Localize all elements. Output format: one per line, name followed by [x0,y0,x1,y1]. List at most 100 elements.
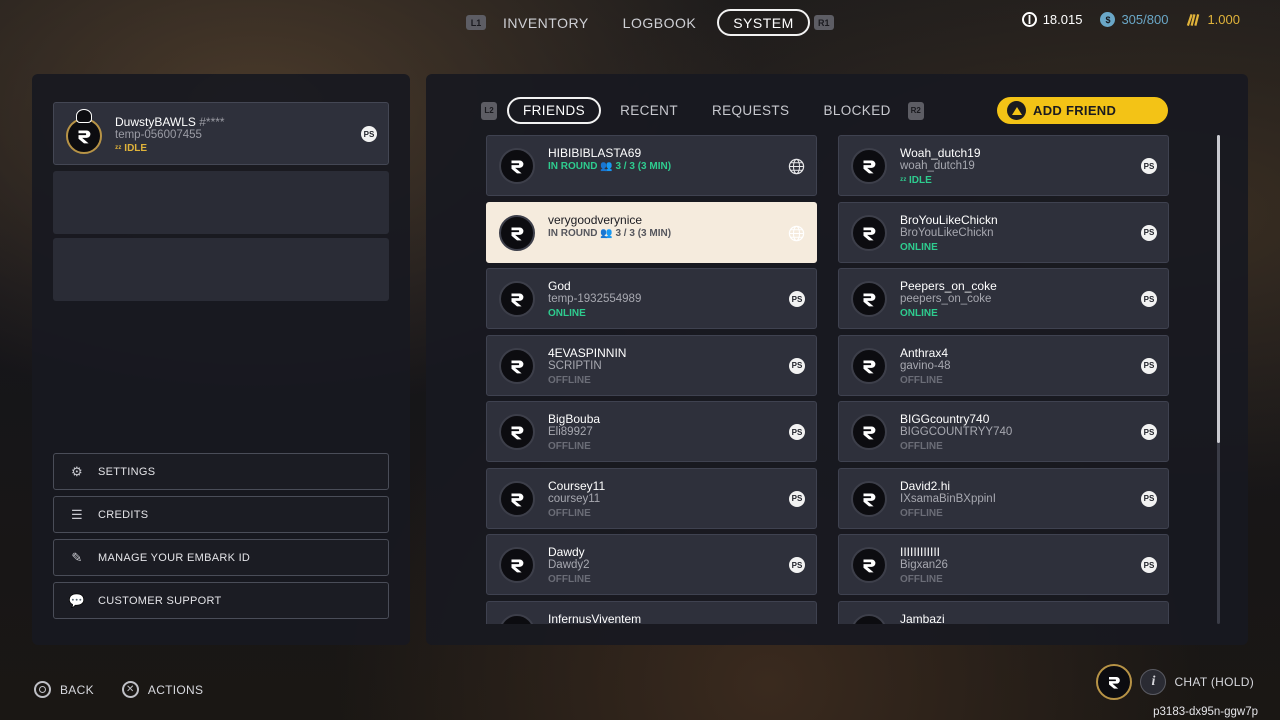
friend-status: OFFLINE [548,508,591,519]
friend-card[interactable]: HIBIBIBLASTA69 IN ROUND 👥 3 / 3 (3 MIN) [486,135,817,196]
friend-card[interactable]: 4EVASPINNIN SCRIPTIN OFFLINE PS [486,334,817,396]
friend-card[interactable]: BigBouba Eli89927 OFFLINE PS [486,401,817,462]
friend-card[interactable]: InfernusViventem PS [486,600,817,625]
friend-status: ONLINE [900,308,938,319]
friend-name: BIGGcountry740 [900,412,990,426]
avatar [499,347,535,384]
edit-id-icon: ✎ [71,549,83,565]
avatar [851,414,887,450]
friend-card[interactable]: Coursey11 coursey11 OFFLINE PS [486,467,817,529]
r1-button-hint[interactable]: R1 [813,15,834,30]
self-embark-id: temp-056007455 [115,129,202,141]
self-avatar-small[interactable] [1096,664,1133,700]
friend-name: Anthrax4 [900,345,949,360]
self-profile-card[interactable]: DuwstyBAWLS #**** temp-056007455 ᶻᶻ IDLE… [53,102,389,165]
tab-system[interactable]: SYSTEM [717,9,810,36]
multibucks: 1.000 [1186,12,1240,27]
playstation-icon: PS [1141,224,1157,241]
avatar [851,281,887,317]
friend-status: OFFLINE [548,574,591,585]
add-friend-button[interactable]: ADD FRIEND [997,97,1168,124]
chat-info-icon[interactable]: i [1140,669,1167,695]
idle-icon: ᶻᶻ [115,143,122,153]
playstation-icon: PS [1141,424,1157,440]
globe-icon [788,158,805,175]
friend-status: OFFLINE [548,441,591,452]
embark-logo-icon [506,621,528,625]
credits-list-icon: ☰ [71,506,83,522]
embark-logo-icon [511,493,524,506]
embark-logo-icon [511,426,524,440]
vendor-token-icon [1021,12,1037,27]
friend-card[interactable]: Woah_dutch19 woah_dutch19 ᶻᶻ IDLE PS [838,135,1169,196]
playstation-icon: PS [1141,490,1157,507]
friend-status-label: OFFLINE [548,507,591,519]
playstation-icon: PS [789,557,805,573]
chat-label: CHAT (HOLD) [1174,675,1254,689]
friend-card[interactable]: David2.hi IXsamaBinBXppinI OFFLINE PS [838,467,1169,529]
friend-name: BigBouba [548,412,601,426]
friend-card[interactable]: Dawdy Dawdy2 OFFLINE PS [486,534,817,595]
tab-requests[interactable]: REQUESTS [695,97,806,124]
friend-embark-id: gavino-48 [900,359,951,372]
tab-recent[interactable]: RECENT [603,97,695,124]
tickets-value: 305/800 [1121,12,1169,27]
friend-name: Jambazi [900,611,945,625]
l1-button-hint[interactable]: L1 [466,15,486,30]
party-icon: 👥 [600,227,613,239]
l2-button-hint[interactable]: L2 [481,101,497,120]
r2-button-hint[interactable]: R2 [907,101,924,120]
self-name: DuwstyBAWLS [115,115,196,129]
tab-logbook[interactable]: LOGBOOK [606,9,714,36]
friend-card[interactable]: BIGGcountry740 BIGGCOUNTRYY740 OFFLINE PS [838,401,1169,462]
scrollbar-thumb[interactable] [1217,135,1220,443]
empty-party-slot [53,171,389,234]
friend-card[interactable]: Anthrax4 gavino-48 OFFLINE PS [838,334,1169,396]
avatar [66,118,102,154]
button-hints: BACK ✕ ACTIONS [34,681,203,698]
avatar [499,281,535,317]
friend-round-detail: 3 / 3 (3 MIN) [615,227,672,239]
friends-panel: L2 FRIENDS RECENT REQUESTS BLOCKED R2 AD… [426,74,1248,645]
embark-logo-icon [78,130,91,144]
friend-card[interactable]: Jambazi PS [838,600,1169,625]
avatar [851,148,887,184]
settings-button[interactable]: ⚙ SETTINGS [53,453,389,490]
friends-list[interactable]: HIBIBIBLASTA69 IN ROUND 👥 3 / 3 (3 MIN) Wo… [486,135,1170,624]
friend-embark-id: IXsamaBinBXppinI [900,492,996,505]
friend-card[interactable]: Peepers_on_coke peepers_on_coke ONLINE PS [838,268,1169,329]
actions-hint[interactable]: ✕ ACTIONS [121,681,203,698]
tab-blocked[interactable]: BLOCKED [806,97,907,124]
friend-status: OFFLINE [900,508,943,519]
friend-card[interactable]: God temp-1932554989 ONLINE PS [486,268,817,329]
friend-name: BroYouLikeChickn [900,212,998,227]
settings-label: SETTINGS [98,465,156,478]
friend-name: HIBIBIBLASTA69 [548,146,642,160]
friend-embark-id: BIGGCOUNTRYY740 [900,426,1013,438]
self-status: ᶻᶻ IDLE [115,143,147,154]
playstation-icon: PS [1141,158,1157,174]
friend-embark-id: coursey11 [548,492,601,505]
friend-name: God [548,279,571,293]
customer-support-button[interactable]: 💬 CUSTOMER SUPPORT [53,582,389,619]
embark-logo-icon [863,227,876,240]
friend-embark-id: Dawdy2 [548,559,590,571]
embark-logo-icon [863,559,876,573]
friend-card[interactable]: IIIIIIIIIIII Bigxan26 OFFLINE PS [838,534,1169,595]
cross-button-icon: ✕ [121,681,139,698]
embark-logo-icon [863,293,876,307]
avatar [851,347,887,384]
avatar [499,613,535,625]
friend-card[interactable]: verygoodverynice IN ROUND 👥 3 / 3 (3 MIN) [486,201,817,263]
tab-friends[interactable]: FRIENDS [507,97,602,124]
back-hint[interactable]: BACK [34,681,94,698]
friend-name: InfernusViventem [548,611,642,625]
avatar [851,480,887,517]
tab-inventory[interactable]: INVENTORY [486,9,606,36]
manage-embark-id-button[interactable]: ✎ MANAGE YOUR EMBARK ID [53,539,389,576]
multibucks-value: 1.000 [1207,12,1240,27]
friend-status-label: OFFLINE [900,574,943,585]
friend-status: OFFLINE [900,375,943,386]
friend-card[interactable]: BroYouLikeChickn BroYouLikeChickn ONLINE PS [838,201,1169,263]
credits-button[interactable]: ☰ CREDITS [53,496,389,533]
